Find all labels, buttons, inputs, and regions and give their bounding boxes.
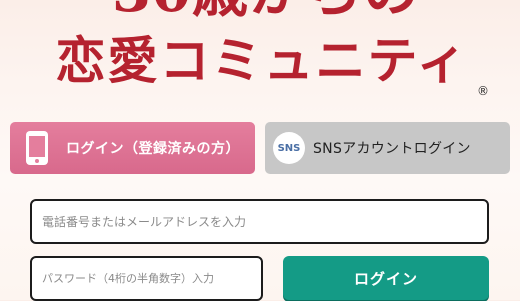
tab-login-registered[interactable]: ログイン（登録済みの方） [10,122,255,174]
registered-mark: ® [477,84,489,98]
tab-login-label: ログイン（登録済みの方） [66,141,240,157]
headline-top: 30歳からの [6,0,520,20]
contact-input[interactable] [30,199,489,244]
login-button[interactable]: ログイン [283,256,489,300]
smartphone-icon [22,130,52,166]
tab-sns-label: SNSアカウントログイン [313,141,471,157]
tab-sns-login[interactable]: SNS SNSアカウントログイン [265,122,510,174]
password-input[interactable] [30,256,263,301]
sns-icon: SNS [273,132,305,164]
headline-main: 恋愛コミュニティ [55,31,469,90]
